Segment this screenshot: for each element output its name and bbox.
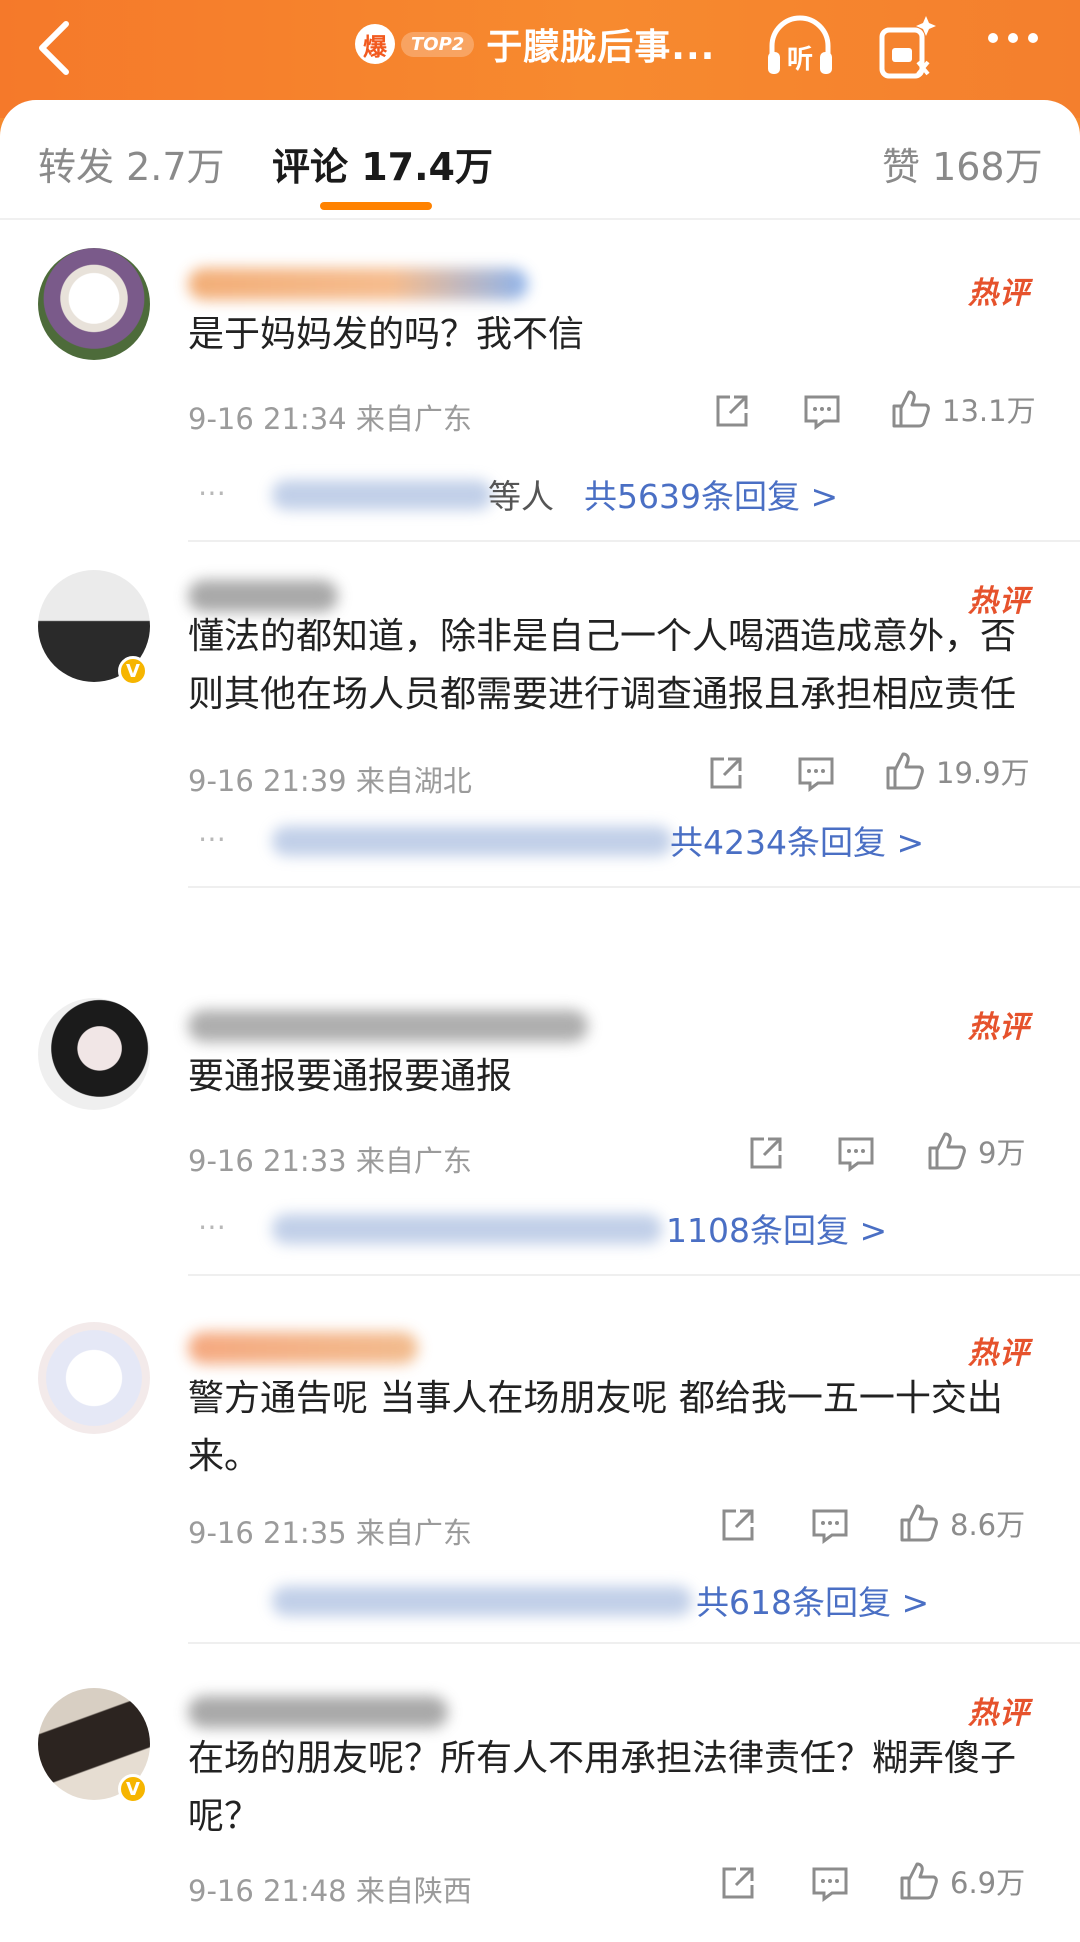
page-title: 于朦胧后事... xyxy=(486,27,716,68)
reply-count-link[interactable]: 共4234条回复 > xyxy=(670,816,924,864)
reply-summary[interactable]: 共618条回复 > xyxy=(188,1576,1048,1626)
username-blurred[interactable] xyxy=(188,1010,588,1042)
reply-count-link[interactable]: 1108条回复 > xyxy=(666,1204,887,1252)
comment-text: 要通报要通报要通报 xyxy=(188,1056,513,1097)
thumbs-up-icon xyxy=(886,752,924,790)
share-icon xyxy=(722,1509,754,1541)
share-button[interactable] xyxy=(718,1502,758,1548)
more-button[interactable] xyxy=(975,12,1051,72)
listen-icon: 听 xyxy=(768,15,832,75)
divider xyxy=(188,540,1080,542)
divider xyxy=(188,886,1080,888)
share-button[interactable] xyxy=(706,750,746,796)
comments-card: 转发 2.7万 评论 17.4万 赞 168万 热评 是于妈妈发的吗？我不信 9… xyxy=(0,100,1080,1942)
active-tab-indicator xyxy=(320,202,432,210)
comment-text: 在场的朋友呢？所有人不用承担法律责任？糊弄傻子呢？ xyxy=(188,1738,1017,1837)
reply-users-blurred xyxy=(272,1214,662,1244)
reply-users-blurred xyxy=(272,480,492,510)
reply-button[interactable] xyxy=(796,750,836,796)
hot-comment-badge: 热评 xyxy=(968,1336,1030,1371)
tab-bar: 转发 2.7万 评论 17.4万 赞 168万 xyxy=(0,100,1080,220)
username-blurred[interactable] xyxy=(188,1332,418,1364)
share-button[interactable] xyxy=(712,388,752,434)
like-count: 8.6万 xyxy=(950,1508,1026,1542)
reply-count-link[interactable]: 共618条回复 > xyxy=(696,1576,929,1624)
comment-text: 是于妈妈发的吗？我不信 xyxy=(188,314,585,355)
comment-icon xyxy=(804,395,840,430)
thumbs-up-icon xyxy=(900,1504,938,1542)
comment-time-location: 9-16 21:35 来自广东 xyxy=(188,1516,472,1550)
tab-likes[interactable]: 赞 168万 xyxy=(882,136,1043,191)
share-button[interactable] xyxy=(746,1130,786,1176)
reply-summary[interactable]: ⋯ 共4234条回复 > xyxy=(188,816,1048,866)
share-icon xyxy=(722,1867,754,1899)
share-icon xyxy=(750,1137,782,1169)
reply-users-blurred xyxy=(272,826,672,856)
reply-button[interactable] xyxy=(836,1130,876,1176)
rank-badge: TOP2 xyxy=(401,31,475,57)
like-button[interactable]: 13.1万 xyxy=(890,386,1036,432)
like-count: 19.9万 xyxy=(936,756,1030,790)
hot-comment-badge: 热评 xyxy=(968,1010,1030,1045)
reply-dots: ⋯ xyxy=(198,1210,228,1243)
hot-search-icon: 爆 xyxy=(355,24,395,64)
reply-button[interactable] xyxy=(810,1502,850,1548)
thumbs-up-icon xyxy=(892,390,930,428)
tab-repost[interactable]: 转发 2.7万 xyxy=(38,136,225,191)
gift-icon xyxy=(879,16,936,79)
svg-text:听: 听 xyxy=(787,45,813,75)
comment-text: 懂法的都知道，除非是自己一个人喝酒造成意外，否则其他在场人员都需要进行调查通报且… xyxy=(188,616,1017,715)
chevron-left-icon xyxy=(39,21,69,75)
thumbs-up-icon xyxy=(900,1862,938,1900)
share-button[interactable] xyxy=(718,1860,758,1906)
comment-time-location: 9-16 21:48 来自陕西 xyxy=(188,1874,472,1908)
like-count: 13.1万 xyxy=(942,394,1036,428)
back-button[interactable] xyxy=(22,8,92,88)
reply-button[interactable] xyxy=(810,1860,850,1906)
thumbs-up-icon xyxy=(928,1132,966,1170)
username-blurred[interactable] xyxy=(188,1696,448,1728)
avatar[interactable] xyxy=(38,1322,150,1434)
listen-button[interactable]: 听 xyxy=(762,12,838,82)
gift-button[interactable] xyxy=(868,10,944,82)
reply-count-link[interactable]: 共5639条回复 > xyxy=(584,470,838,518)
like-count: 6.9万 xyxy=(950,1866,1026,1900)
more-icon xyxy=(988,33,1038,43)
comment-icon xyxy=(812,1509,848,1544)
reply-summary[interactable]: ⋯ 1108条回复 > xyxy=(188,1204,1048,1254)
like-button[interactable]: 8.6万 xyxy=(898,1500,1025,1546)
like-button[interactable]: 19.9万 xyxy=(884,748,1030,794)
reply-users-suffix: 等人 xyxy=(488,477,554,516)
comment-time-location: 9-16 21:33 来自广东 xyxy=(188,1144,472,1178)
reply-summary[interactable]: ⋯ 等人 共5639条回复 > xyxy=(188,470,1048,520)
comment-icon xyxy=(838,1137,874,1172)
tab-comments[interactable]: 评论 17.4万 xyxy=(272,136,493,191)
like-count: 9万 xyxy=(978,1136,1026,1170)
comment-text: 警方通告呢 当事人在场朋友呢 都给我一五一十交出来。 xyxy=(188,1378,1003,1477)
share-icon xyxy=(710,757,742,789)
avatar[interactable] xyxy=(38,998,150,1110)
hot-comment-badge: 热评 xyxy=(968,1696,1030,1731)
comment-icon xyxy=(812,1867,848,1902)
divider xyxy=(188,1642,1080,1644)
share-icon xyxy=(716,395,748,427)
divider xyxy=(0,218,1080,220)
reply-dots: ⋯ xyxy=(198,822,228,855)
username-blurred[interactable] xyxy=(188,268,528,300)
comment-time-location: 9-16 21:34 来自广东 xyxy=(188,402,472,436)
reply-users-blurred xyxy=(272,1586,692,1616)
hot-search-title[interactable]: 爆 TOP2 于朦胧后事... xyxy=(355,14,715,74)
divider xyxy=(188,1274,1080,1276)
comment-time-location: 9-16 21:39 来自湖北 xyxy=(188,764,472,798)
reply-dots: ⋯ xyxy=(198,476,228,509)
like-button[interactable]: 6.9万 xyxy=(898,1858,1025,1904)
verified-badge-icon: V xyxy=(118,1774,148,1804)
verified-badge-icon: V xyxy=(118,656,148,686)
like-button[interactable]: 9万 xyxy=(926,1128,1025,1174)
reply-button[interactable] xyxy=(802,388,842,434)
comment-icon xyxy=(798,757,834,792)
avatar[interactable] xyxy=(38,248,150,360)
